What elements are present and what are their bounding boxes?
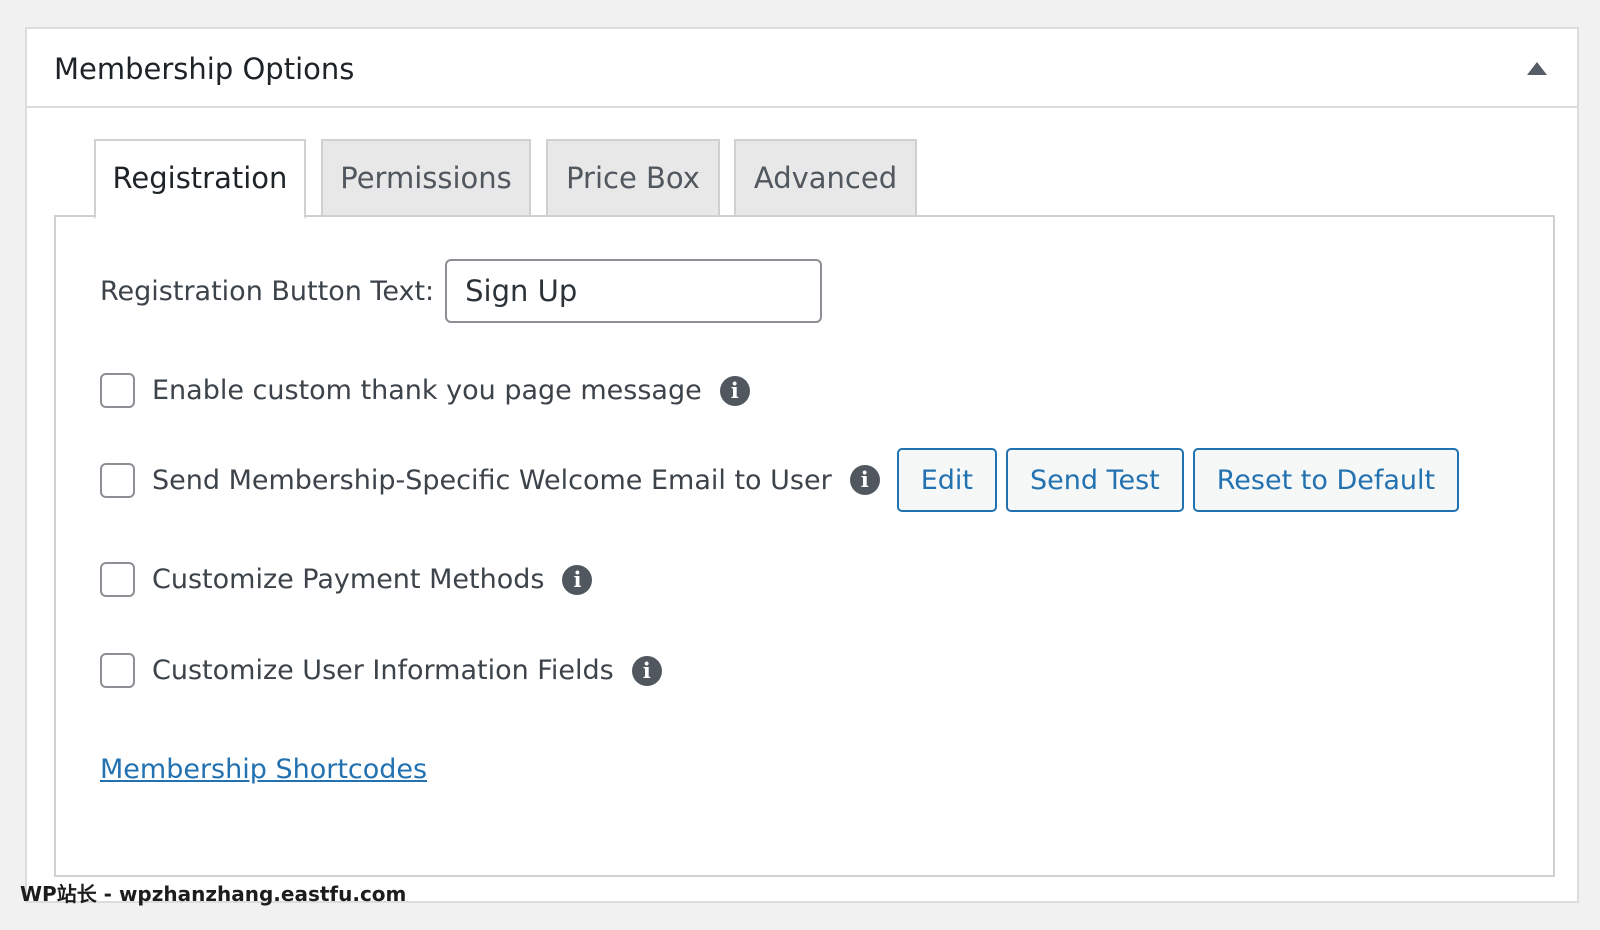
reset-to-default-button[interactable]: Reset to Default bbox=[1192, 448, 1460, 512]
tab-advanced[interactable]: Advanced bbox=[734, 139, 917, 217]
postbox-header: Membership Options bbox=[27, 29, 1577, 108]
thank-you-checkbox[interactable] bbox=[100, 373, 135, 408]
info-icon[interactable]: i bbox=[849, 465, 880, 495]
tab-bar: Registration Permissions Price Box Advan… bbox=[27, 139, 1577, 219]
edit-email-button[interactable]: Edit bbox=[896, 448, 997, 512]
watermark: WP站长 - wpzhanzhang.eastfu.com bbox=[20, 882, 407, 906]
payment-methods-checkbox[interactable] bbox=[100, 562, 135, 597]
triangle-up-icon[interactable] bbox=[1527, 62, 1547, 75]
membership-options-box: Membership Options Registration Permissi… bbox=[25, 27, 1579, 903]
user-fields-label: Customize User Information Fields bbox=[152, 655, 614, 686]
tab-price-box[interactable]: Price Box bbox=[546, 139, 720, 217]
option-thank-you-row: Enable custom thank you page message i bbox=[100, 373, 750, 408]
welcome-email-checkbox[interactable] bbox=[100, 462, 135, 498]
option-welcome-email-row: Send Membership-Specific Welcome Email t… bbox=[100, 448, 1460, 512]
tab-permissions[interactable]: Permissions bbox=[321, 139, 531, 217]
send-test-button[interactable]: Send Test bbox=[1005, 448, 1184, 512]
user-fields-checkbox[interactable] bbox=[100, 653, 135, 688]
option-payment-methods-row: Customize Payment Methods i bbox=[100, 562, 593, 597]
registration-panel: Registration Button Text: Enable custom … bbox=[54, 215, 1555, 877]
info-icon[interactable]: i bbox=[631, 655, 662, 686]
button-text-label: Registration Button Text: bbox=[100, 275, 435, 307]
thank-you-label: Enable custom thank you page message bbox=[152, 375, 702, 406]
info-icon[interactable]: i bbox=[719, 375, 750, 406]
button-text-row: Registration Button Text: bbox=[100, 259, 823, 323]
postbox-title: Membership Options bbox=[54, 52, 355, 86]
button-text-input[interactable] bbox=[445, 259, 823, 323]
tab-registration[interactable]: Registration bbox=[94, 139, 306, 219]
welcome-email-label: Send Membership-Specific Welcome Email t… bbox=[152, 464, 832, 496]
info-icon[interactable]: i bbox=[562, 564, 593, 595]
option-user-fields-row: Customize User Information Fields i bbox=[100, 653, 662, 688]
payment-methods-label: Customize Payment Methods bbox=[152, 564, 545, 595]
membership-shortcodes-link[interactable]: Membership Shortcodes bbox=[100, 754, 427, 785]
